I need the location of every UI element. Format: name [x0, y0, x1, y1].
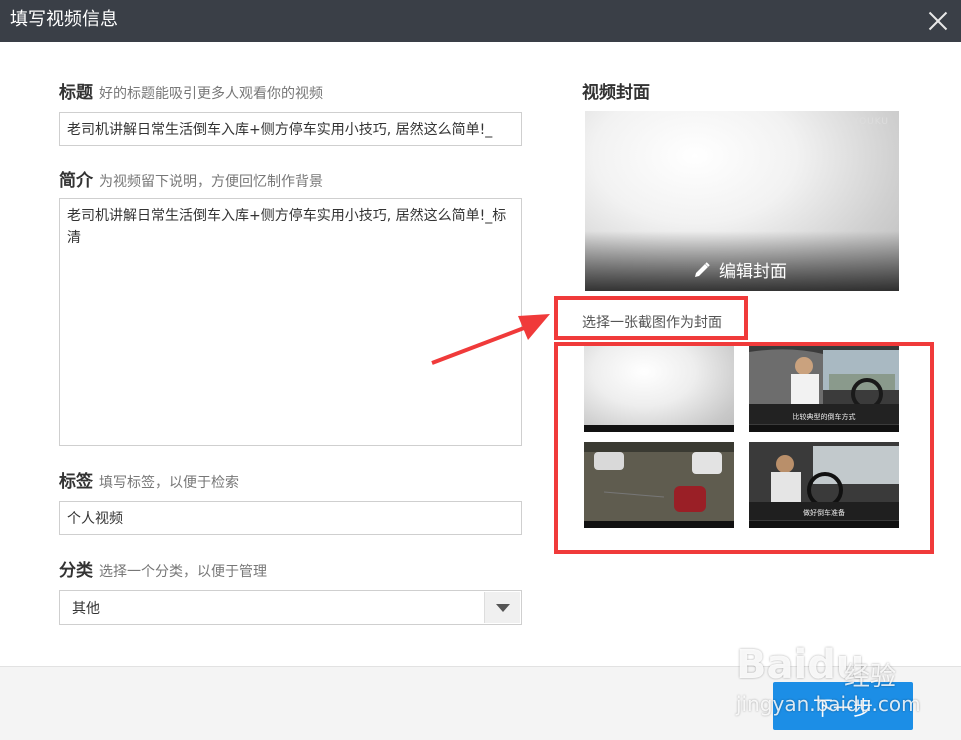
cover-watermark: YOUKU	[853, 117, 889, 127]
intro-label: 简介 为视频留下说明，方便回忆制作背景	[59, 166, 323, 191]
title-hint: 好的标题能吸引更多人观看你的视频	[99, 86, 323, 102]
tags-input[interactable]	[59, 501, 522, 535]
thumbnail-progress-bar	[749, 521, 899, 528]
highlight-box-label	[554, 296, 748, 340]
edit-cover-label: 编辑封面	[719, 262, 787, 282]
title-label-text: 标题	[59, 83, 93, 103]
thumbnail-2[interactable]: 比较典型的倒车方式	[749, 346, 899, 432]
chevron-down-icon[interactable]	[484, 592, 520, 623]
dialog-titlebar: 填写视频信息	[0, 0, 961, 42]
parking-lot-image	[584, 442, 734, 528]
thumbnail-4[interactable]: 做好倒车准备	[749, 442, 899, 528]
watermark-suffix: 经验	[844, 662, 897, 692]
title-label: 标题 好的标题能吸引更多人观看你的视频	[59, 78, 323, 103]
annotation-arrow-icon	[431, 314, 550, 365]
tags-label: 标签 填写标签，以便于检索	[59, 467, 239, 492]
category-select[interactable]: 其他	[59, 590, 522, 625]
category-hint: 选择一个分类，以便于管理	[99, 564, 267, 580]
thumbnail-progress-bar	[584, 521, 734, 528]
category-label-text: 分类	[59, 561, 93, 581]
thumbnail-progress-bar	[749, 425, 899, 432]
thumbnail-2-subtitle: 比较典型的倒车方式	[792, 413, 856, 421]
watermark-url: jingyan.baidu.com	[736, 692, 921, 716]
close-icon[interactable]	[927, 10, 949, 32]
cover-preview: YOUKU 编辑封面	[585, 111, 899, 291]
thumbnail-1[interactable]	[584, 346, 734, 432]
dialog-title: 填写视频信息	[10, 9, 118, 30]
title-input[interactable]	[59, 112, 522, 146]
pencil-icon	[695, 261, 710, 277]
edit-cover-button[interactable]: 编辑封面	[693, 257, 787, 282]
cover-title: 视频封面	[582, 83, 650, 103]
thumbnail-progress-bar	[584, 425, 734, 432]
intro-label-text: 简介	[59, 171, 93, 191]
baidu-watermark: Baidu 经验 jingyan.baidu.com	[730, 632, 940, 732]
tags-hint: 填写标签，以便于检索	[99, 475, 239, 491]
thumbnail-4-subtitle: 做好倒车准备	[803, 509, 845, 517]
thumbnail-3[interactable]	[584, 442, 734, 528]
category-selected: 其他	[72, 601, 100, 617]
tags-label-text: 标签	[59, 472, 93, 492]
intro-hint: 为视频留下说明，方便回忆制作背景	[99, 174, 323, 190]
category-label: 分类 选择一个分类，以便于管理	[59, 556, 267, 581]
